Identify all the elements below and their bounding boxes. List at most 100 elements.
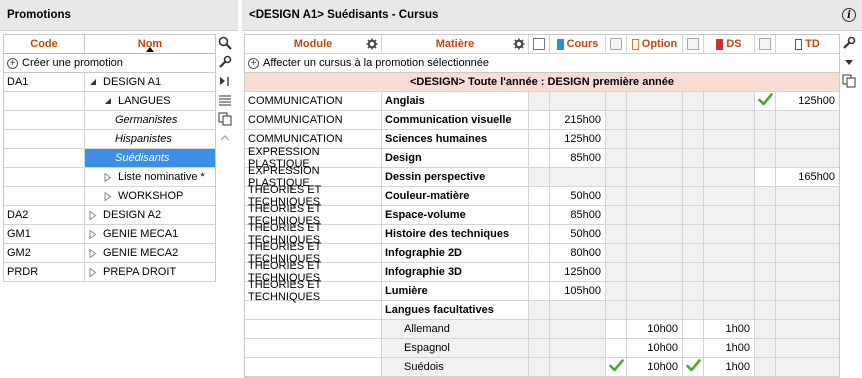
column-header-module[interactable]: Module xyxy=(245,35,382,53)
ds-hours[interactable] xyxy=(704,187,755,205)
td-check-cell[interactable] xyxy=(755,168,776,186)
td-hours[interactable] xyxy=(776,187,839,205)
td-hours[interactable] xyxy=(776,339,839,357)
wrench-icon[interactable] xyxy=(841,34,857,52)
duplicate-icon[interactable] xyxy=(217,110,233,128)
td-check-cell[interactable] xyxy=(755,225,776,243)
td-hours[interactable] xyxy=(776,244,839,262)
option-check-cell[interactable] xyxy=(606,358,627,376)
td-hours[interactable] xyxy=(776,263,839,281)
ds-check-cell[interactable] xyxy=(683,320,704,338)
option-hours[interactable] xyxy=(627,244,683,262)
td-check-cell[interactable] xyxy=(755,187,776,205)
option-check-cell[interactable] xyxy=(606,187,627,205)
ds-check-cell[interactable] xyxy=(683,339,704,357)
info-icon[interactable]: i xyxy=(842,8,856,22)
optional-group-row[interactable]: Langues facultatives xyxy=(245,301,839,320)
course-row[interactable]: COMMUNICATION Anglais 125h00 xyxy=(245,92,839,111)
td-check-cell[interactable] xyxy=(755,244,776,262)
cours-hours[interactable]: 85h00 xyxy=(550,206,606,224)
option-check-cell[interactable] xyxy=(606,168,627,186)
cours-check-cell[interactable] xyxy=(529,320,550,338)
ds-check-cell[interactable] xyxy=(683,263,704,281)
td-check-cell[interactable] xyxy=(755,358,776,376)
cours-check-cell[interactable] xyxy=(529,244,550,262)
ds-hours[interactable] xyxy=(704,282,755,300)
cours-check-cell[interactable] xyxy=(529,149,550,167)
ds-hours[interactable] xyxy=(704,168,755,186)
ds-check-cell[interactable] xyxy=(683,244,704,262)
option-check-cell[interactable] xyxy=(606,244,627,262)
ds-check-cell[interactable] xyxy=(683,149,704,167)
gear-icon[interactable] xyxy=(366,38,378,50)
option-hours[interactable] xyxy=(627,206,683,224)
cours-hours[interactable] xyxy=(550,339,606,357)
option-check-cell[interactable] xyxy=(606,130,627,148)
cours-check-cell[interactable] xyxy=(529,263,550,281)
ds-hours[interactable] xyxy=(704,244,755,262)
ds-check-cell[interactable] xyxy=(683,111,704,129)
option-hours[interactable] xyxy=(627,92,683,110)
option-hours[interactable] xyxy=(627,187,683,205)
ds-hours[interactable] xyxy=(704,149,755,167)
ds-hours[interactable] xyxy=(704,225,755,243)
cours-hours[interactable]: 215h00 xyxy=(550,111,606,129)
ds-select-all-checkbox[interactable] xyxy=(683,35,704,53)
option-hours[interactable] xyxy=(627,149,683,167)
ds-hours[interactable] xyxy=(704,206,755,224)
option-hours[interactable] xyxy=(627,111,683,129)
cours-hours[interactable] xyxy=(550,358,606,376)
dropdown-arrow-icon[interactable] xyxy=(841,53,857,71)
td-hours[interactable] xyxy=(776,149,839,167)
ds-check-cell[interactable] xyxy=(683,187,704,205)
course-row[interactable]: COMMUNICATION Communication visuelle 215h0… xyxy=(245,111,839,130)
ds-hours[interactable] xyxy=(704,130,755,148)
ds-hours[interactable] xyxy=(704,92,755,110)
cours-hours[interactable]: 105h00 xyxy=(550,282,606,300)
cours-hours[interactable] xyxy=(550,168,606,186)
option-hours[interactable] xyxy=(627,263,683,281)
column-header-option[interactable]: Option xyxy=(627,35,683,53)
create-promotion-button[interactable]: + Créer une promotion xyxy=(4,54,215,73)
td-hours[interactable] xyxy=(776,130,839,148)
ds-check-cell[interactable] xyxy=(683,168,704,186)
option-check-cell[interactable] xyxy=(606,111,627,129)
option-check-cell[interactable] xyxy=(606,149,627,167)
cours-check-cell[interactable] xyxy=(529,92,550,110)
option-select-all-checkbox[interactable] xyxy=(606,35,627,53)
column-header-td[interactable]: TD xyxy=(776,35,839,53)
cours-check-cell[interactable] xyxy=(529,187,550,205)
ds-check-cell[interactable] xyxy=(683,206,704,224)
td-hours[interactable]: 125h00 xyxy=(776,92,839,110)
ds-check-cell[interactable] xyxy=(683,130,704,148)
option-hours[interactable] xyxy=(627,282,683,300)
cours-check-cell[interactable] xyxy=(529,358,550,376)
affect-cursus-button[interactable]: + Affecter un cursus à la promotion séle… xyxy=(245,54,839,73)
column-header-code[interactable]: Code xyxy=(4,35,85,53)
cours-check-cell[interactable] xyxy=(529,282,550,300)
cours-hours[interactable]: 50h00 xyxy=(550,225,606,243)
tree-collapsed-icon[interactable] xyxy=(104,173,112,182)
cours-check-cell[interactable] xyxy=(529,168,550,186)
course-row[interactable]: THÉORIES ET TECHNIQUES Lumière 105h00 xyxy=(245,279,839,303)
option-check-cell[interactable] xyxy=(606,92,627,110)
option-check-cell[interactable] xyxy=(606,225,627,243)
column-header-nom[interactable]: Nom xyxy=(85,35,215,53)
ds-check-cell[interactable] xyxy=(683,225,704,243)
wrench-icon[interactable] xyxy=(217,53,233,71)
cours-check-cell[interactable] xyxy=(529,339,550,357)
option-check-cell[interactable] xyxy=(606,339,627,357)
cours-hours[interactable]: 125h00 xyxy=(550,130,606,148)
td-select-all-checkbox[interactable] xyxy=(755,35,776,53)
td-check-cell[interactable] xyxy=(755,206,776,224)
option-hours[interactable]: 10h00 xyxy=(627,320,683,338)
td-check-cell[interactable] xyxy=(755,263,776,281)
column-header-matiere[interactable]: Matière xyxy=(382,35,529,53)
search-icon[interactable] xyxy=(217,34,233,52)
cours-hours[interactable]: 50h00 xyxy=(550,187,606,205)
option-check-cell[interactable] xyxy=(606,263,627,281)
tree-expanded-icon[interactable] xyxy=(104,97,111,105)
ds-hours[interactable] xyxy=(704,263,755,281)
optional-course-row[interactable]: Allemand 10h00 1h00 xyxy=(245,320,839,339)
promotion-row[interactable]: GM1 GENIE MECA1 xyxy=(4,225,215,244)
